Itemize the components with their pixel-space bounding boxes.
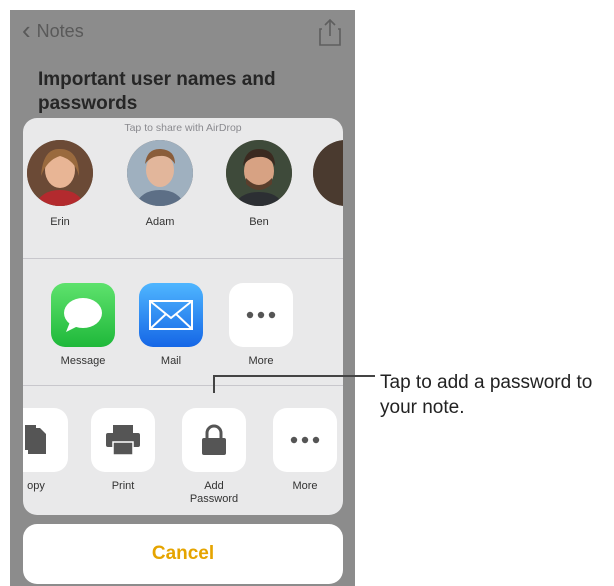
share-app-more[interactable]: More <box>221 283 301 368</box>
callout-text: Tap to add a password to your note. <box>380 372 593 418</box>
avatar <box>127 140 193 206</box>
note-title: Important user names and passwords <box>38 69 276 114</box>
back-label: Notes <box>36 21 84 41</box>
action-more[interactable]: More <box>265 408 343 493</box>
avatar <box>27 140 93 206</box>
share-app-message[interactable]: Message <box>43 283 123 368</box>
avatar <box>226 140 292 206</box>
callout-leader-line <box>213 375 375 393</box>
navigation-bar: ‹ Notes <box>10 10 355 58</box>
action-label: More <box>292 480 318 492</box>
divider <box>23 258 343 259</box>
action-label: Add Password <box>189 480 239 505</box>
contact-name: Erin <box>50 216 70 228</box>
share-icon[interactable] <box>319 18 341 51</box>
airdrop-contacts: Erin Adam Ben <box>23 140 343 250</box>
share-app-mail[interactable]: Mail <box>131 283 211 368</box>
action-label: Print <box>111 480 135 492</box>
airdrop-contact-adam[interactable]: Adam <box>120 140 200 228</box>
app-label: Mail <box>160 355 182 367</box>
action-copy[interactable]: opy <box>23 408 76 493</box>
copy-icon <box>23 408 68 472</box>
mail-icon <box>139 283 203 347</box>
chevron-left-icon: ‹ <box>22 15 31 45</box>
action-add-password[interactable]: Add Password <box>174 408 254 506</box>
contact-name: Ben <box>249 216 269 228</box>
more-icon <box>229 283 293 347</box>
phone-screen: ‹ Notes Important user names and passwor… <box>10 10 355 586</box>
airdrop-contact-erin[interactable]: Erin <box>23 140 100 228</box>
share-sheet: Tap to share with AirDrop Erin Adam Ben … <box>23 118 343 515</box>
airdrop-contact-ben[interactable]: Ben <box>219 140 299 228</box>
airdrop-contact-partial[interactable] <box>306 140 343 206</box>
app-label: More <box>248 355 274 367</box>
lock-icon <box>182 408 246 472</box>
cancel-button[interactable]: Cancel <box>23 524 343 584</box>
back-button[interactable]: ‹ Notes <box>22 15 84 45</box>
message-icon <box>51 283 115 347</box>
app-label: Message <box>60 355 106 367</box>
action-label: opy <box>27 480 45 492</box>
print-icon <box>91 408 155 472</box>
avatar <box>313 140 343 206</box>
airdrop-hint: Tap to share with AirDrop <box>124 122 242 134</box>
more-icon <box>273 408 337 472</box>
action-print[interactable]: Print <box>83 408 163 493</box>
contact-name: Adam <box>145 216 175 228</box>
